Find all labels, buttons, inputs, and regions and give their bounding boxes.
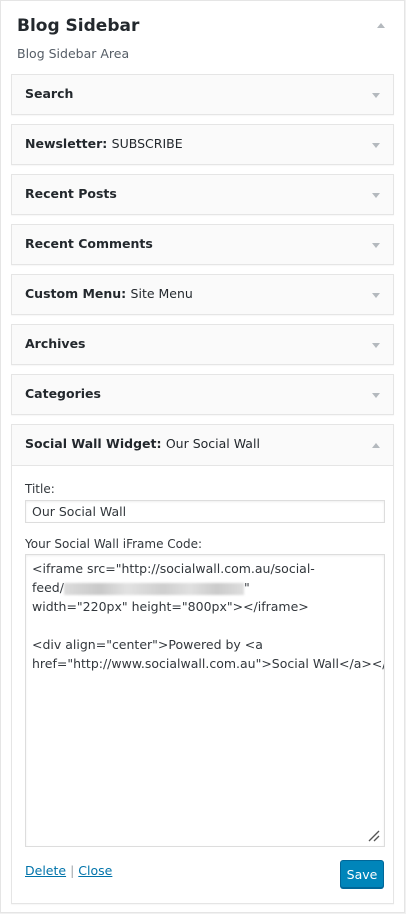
actions-separator: | [70,863,75,878]
close-link[interactable]: Close [78,863,112,878]
expand-arrow-icon[interactable] [369,338,383,352]
expand-arrow-icon[interactable] [369,138,383,152]
widget-recent-comments[interactable]: Recent Comments [11,224,394,265]
expand-arrow-icon[interactable] [369,188,383,202]
save-button[interactable]: Save [340,860,384,888]
expand-arrow-icon[interactable] [369,88,383,102]
blog-sidebar-panel: Blog Sidebar Blog Sidebar Area Search Ne… [0,0,405,913]
widget-recent-posts[interactable]: Recent Posts [11,174,394,215]
widget-title: Custom Menu: Site Menu [25,286,193,301]
resize-handle-icon[interactable] [368,830,380,842]
title-input[interactable] [25,500,385,523]
social-wall-widget-header[interactable]: Social Wall Widget: Our Social Wall [12,425,393,466]
title-label: Title: [25,482,55,496]
widget-title: Categories [25,386,101,401]
collapse-arrow-icon[interactable] [374,18,388,32]
widget-newsletter[interactable]: Newsletter: SUBSCRIBE [11,124,394,165]
expand-arrow-icon[interactable] [369,288,383,302]
code-line: <iframe src="http://socialwall.com.au/so… [32,561,315,576]
widget-categories[interactable]: Categories [11,374,394,415]
code-line: feed/" [32,580,250,595]
widget-title: Recent Comments [25,236,153,251]
collapse-arrow-icon[interactable] [369,438,383,452]
expand-arrow-icon[interactable] [369,238,383,252]
widget-title: Search [25,86,74,101]
widget-title: Newsletter: SUBSCRIBE [25,136,183,151]
widget-search[interactable]: Search [11,74,394,115]
sidebar-title: Blog Sidebar [17,16,140,36]
expand-arrow-icon[interactable] [369,388,383,402]
iframe-code-label: Your Social Wall iFrame Code: [25,537,203,551]
sidebar-header[interactable]: Blog Sidebar Blog Sidebar Area [1,1,404,71]
widget-actions: Delete | Close [25,863,112,878]
widget-title: Social Wall Widget: Our Social Wall [25,436,260,451]
code-line: href="http://www.socialwall.com.au">Soci… [32,656,385,671]
sidebar-description: Blog Sidebar Area [17,46,130,61]
widget-title: Recent Posts [25,186,117,201]
delete-link[interactable]: Delete [25,863,66,878]
widget-archives[interactable]: Archives [11,324,394,365]
iframe-code-textarea[interactable]: <iframe src="http://socialwall.com.au/so… [25,554,385,847]
code-line: width="220px" height="800px"></iframe> [32,599,309,614]
redacted-blur [63,582,244,595]
code-line: <div align="center">Powered by <a [32,637,263,652]
widget-custom-menu[interactable]: Custom Menu: Site Menu [11,274,394,315]
widget-social-wall: Social Wall Widget: Our Social Wall Titl… [11,424,394,904]
widget-title: Archives [25,336,86,351]
